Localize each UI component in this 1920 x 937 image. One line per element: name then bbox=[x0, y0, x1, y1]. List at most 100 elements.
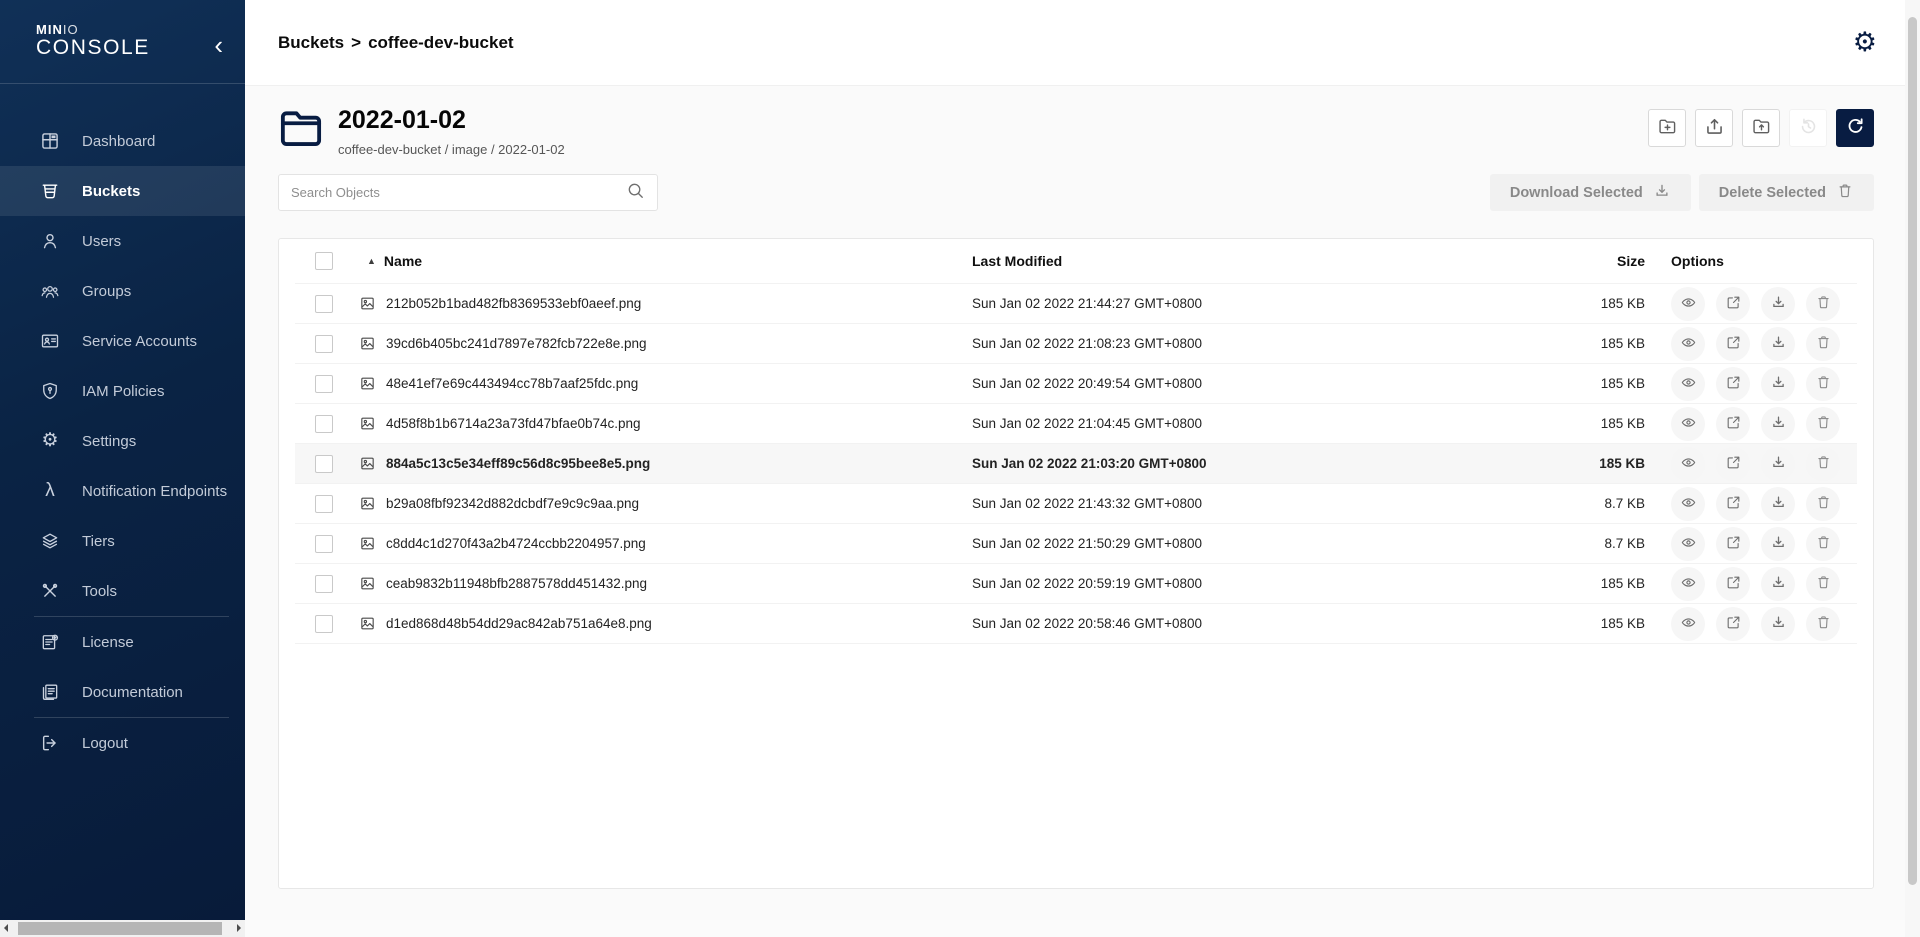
row-checkbox[interactable] bbox=[315, 575, 333, 593]
download-button[interactable] bbox=[1761, 607, 1795, 641]
collapse-sidebar-icon[interactable]: ‹ bbox=[214, 35, 223, 55]
scroll-right-arrow-icon[interactable] bbox=[237, 924, 241, 932]
delete-button[interactable] bbox=[1806, 527, 1840, 561]
download-button[interactable] bbox=[1761, 487, 1795, 521]
preview-button[interactable] bbox=[1671, 287, 1705, 321]
delete-button[interactable] bbox=[1806, 367, 1840, 401]
delete-button[interactable] bbox=[1806, 447, 1840, 481]
preview-button[interactable] bbox=[1671, 407, 1705, 441]
delete-button[interactable] bbox=[1806, 607, 1840, 641]
horizontal-scrollbar[interactable] bbox=[0, 920, 245, 937]
preview-button[interactable] bbox=[1671, 567, 1705, 601]
logout-icon bbox=[40, 733, 60, 753]
sidebar-item-documentation[interactable]: Documentation bbox=[0, 667, 245, 717]
sidebar-item-tools[interactable]: Tools bbox=[0, 566, 245, 616]
download-button[interactable] bbox=[1761, 407, 1795, 441]
object-name[interactable]: 39cd6b405bc241d7897e782fcb722e8e.png bbox=[386, 336, 647, 351]
share-button[interactable] bbox=[1716, 327, 1750, 361]
preview-button[interactable] bbox=[1671, 327, 1705, 361]
sidebar-item-groups[interactable]: Groups bbox=[0, 266, 245, 316]
preview-button[interactable] bbox=[1671, 607, 1705, 641]
row-checkbox[interactable] bbox=[315, 295, 333, 313]
preview-button[interactable] bbox=[1671, 527, 1705, 561]
object-size: 185 KB bbox=[1402, 616, 1645, 631]
sidebar-item-label: Dashboard bbox=[82, 133, 155, 150]
upload-folder-button[interactable] bbox=[1742, 109, 1780, 147]
refresh-button[interactable] bbox=[1836, 109, 1874, 147]
download-button[interactable] bbox=[1761, 447, 1795, 481]
download-button[interactable] bbox=[1761, 367, 1795, 401]
trash-icon bbox=[1815, 414, 1832, 434]
sidebar-item-dashboard[interactable]: Dashboard bbox=[0, 116, 245, 166]
sidebar-item-tiers[interactable]: Tiers bbox=[0, 516, 245, 566]
search-input[interactable] bbox=[291, 185, 626, 200]
dashboard-icon bbox=[40, 131, 60, 151]
select-all-checkbox[interactable] bbox=[315, 252, 333, 270]
share-button[interactable] bbox=[1716, 367, 1750, 401]
sidebar-item-service-accounts[interactable]: Service Accounts bbox=[0, 316, 245, 366]
sidebar-item-buckets[interactable]: Buckets bbox=[0, 166, 245, 216]
preview-button[interactable] bbox=[1671, 367, 1705, 401]
delete-button[interactable] bbox=[1806, 407, 1840, 441]
download-button[interactable] bbox=[1761, 287, 1795, 321]
gear-icon[interactable]: ⚙ bbox=[1853, 29, 1877, 56]
sidebar-item-iam-policies[interactable]: IAM Policies bbox=[0, 366, 245, 416]
sidebar-item-logout[interactable]: Logout bbox=[0, 718, 245, 768]
bottom-strip bbox=[245, 920, 1905, 937]
object-name[interactable]: d1ed868d48b54dd29ac842ab751a64e8.png bbox=[386, 616, 652, 631]
share-button[interactable] bbox=[1716, 567, 1750, 601]
scroll-left-arrow-icon[interactable] bbox=[4, 924, 8, 932]
upload-file-button[interactable] bbox=[1695, 109, 1733, 147]
row-checkbox[interactable] bbox=[315, 615, 333, 633]
breadcrumb-buckets-link[interactable]: Buckets bbox=[278, 33, 344, 53]
preview-button[interactable] bbox=[1671, 447, 1705, 481]
sidebar-item-users[interactable]: Users bbox=[0, 216, 245, 266]
share-button[interactable] bbox=[1716, 527, 1750, 561]
sidebar-item-settings[interactable]: ⚙ Settings bbox=[0, 416, 245, 466]
delete-button[interactable] bbox=[1806, 327, 1840, 361]
row-checkbox[interactable] bbox=[315, 375, 333, 393]
preview-button[interactable] bbox=[1671, 487, 1705, 521]
object-name[interactable]: 212b052b1bad482fb8369533ebf0aeef.png bbox=[386, 296, 641, 311]
share-button[interactable] bbox=[1716, 287, 1750, 321]
object-size: 8.7 KB bbox=[1402, 536, 1645, 551]
refresh-icon bbox=[1845, 116, 1866, 140]
object-name[interactable]: c8dd4c1d270f43a2b4724ccbb2204957.png bbox=[386, 536, 646, 551]
name-column-header[interactable]: ▲ Name bbox=[347, 253, 972, 269]
object-size: 185 KB bbox=[1402, 296, 1645, 311]
delete-button[interactable] bbox=[1806, 567, 1840, 601]
share-icon bbox=[1725, 534, 1742, 554]
row-checkbox[interactable] bbox=[315, 415, 333, 433]
create-path-icon bbox=[1657, 116, 1678, 140]
share-button[interactable] bbox=[1716, 407, 1750, 441]
vertical-scrollbar[interactable] bbox=[1905, 0, 1920, 937]
delete-button[interactable] bbox=[1806, 487, 1840, 521]
object-name[interactable]: 4d58f8b1b6714a23a73fd47bfae0b74c.png bbox=[386, 416, 641, 431]
sidebar-item-license[interactable]: License bbox=[0, 617, 245, 667]
share-button[interactable] bbox=[1716, 487, 1750, 521]
share-button[interactable] bbox=[1716, 447, 1750, 481]
object-name[interactable]: b29a08fbf92342d882dcbdf7e9c9c9aa.png bbox=[386, 496, 639, 511]
row-checkbox[interactable] bbox=[315, 335, 333, 353]
row-checkbox[interactable] bbox=[315, 535, 333, 553]
sidebar-item-notification-endpoints[interactable]: λ Notification Endpoints bbox=[0, 466, 245, 516]
row-checkbox[interactable] bbox=[315, 495, 333, 513]
create-path-button[interactable] bbox=[1648, 109, 1686, 147]
sidebar-item-label: Documentation bbox=[82, 684, 183, 701]
share-icon bbox=[1725, 374, 1742, 394]
row-checkbox[interactable] bbox=[315, 455, 333, 473]
download-button[interactable] bbox=[1761, 327, 1795, 361]
download-button[interactable] bbox=[1761, 567, 1795, 601]
object-name[interactable]: 48e41ef7e69c443494cc78b7aaf25fdc.png bbox=[386, 376, 638, 391]
delete-button[interactable] bbox=[1806, 287, 1840, 321]
minio-console-logo[interactable]: MINIO CONSOLE bbox=[36, 23, 150, 60]
object-row: b29a08fbf92342d882dcbdf7e9c9c9aa.png Sun… bbox=[295, 484, 1857, 524]
object-name[interactable]: 884a5c13c5e34eff89c56d8c95bee8e5.png bbox=[386, 456, 650, 471]
share-button[interactable] bbox=[1716, 607, 1750, 641]
object-row: 4d58f8b1b6714a23a73fd47bfae0b74c.png Sun… bbox=[295, 404, 1857, 444]
download-icon bbox=[1770, 454, 1787, 474]
object-name[interactable]: ceab9832b11948bfb2887578dd451432.png bbox=[386, 576, 647, 591]
download-button[interactable] bbox=[1761, 527, 1795, 561]
vertical-scrollbar-thumb[interactable] bbox=[1908, 17, 1917, 885]
horizontal-scrollbar-thumb[interactable] bbox=[18, 922, 222, 935]
